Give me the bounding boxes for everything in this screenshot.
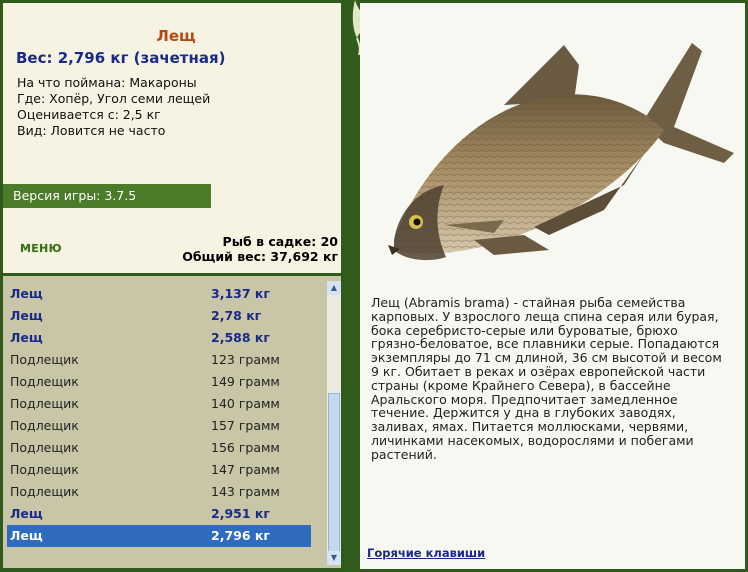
list-item[interactable]: Подлещик 149 грамм	[7, 371, 311, 393]
fish-description: Лещ (Abramis brama) - стайная рыба семей…	[371, 295, 722, 462]
list-item-weight: 147 грамм	[211, 462, 280, 477]
list-item[interactable]: Подлещик 157 грамм	[7, 415, 311, 437]
fish-weight: Вес: 2,796 кг (зачетная)	[16, 49, 226, 67]
list-item[interactable]: Подлещик 156 грамм	[7, 437, 311, 459]
game-version: Версия игры: 3.7.5	[3, 184, 211, 208]
left-panel: Лещ Вес: 2,796 кг (зачетная) На что пойм…	[0, 0, 344, 572]
right-panel: Лещ (Abramis brama) - стайная рыба семей…	[360, 3, 745, 569]
list-item-weight: 2,796 кг	[211, 528, 270, 543]
list-item[interactable]: Подлещик 123 грамм	[7, 349, 311, 371]
rated-from-info: Оценивается с: 2,5 кг	[17, 107, 161, 122]
menu-button[interactable]: МЕНЮ	[20, 242, 62, 255]
fish-name-title: Лещ	[156, 27, 196, 45]
list-item[interactable]: Подлещик 143 грамм	[7, 481, 311, 503]
total-weight: Общий вес: 37,692 кг	[182, 249, 338, 264]
keepnet-stats: Рыб в садке: 20 Общий вес: 37,692 кг	[182, 234, 338, 264]
scroll-up-icon[interactable]: ▲	[327, 281, 341, 295]
list-item-weight: 123 грамм	[211, 352, 280, 367]
list-item[interactable]: Подлещик 147 грамм	[7, 459, 311, 481]
bait-info: На что поймана: Макароны	[17, 75, 197, 90]
list-item-name: Лещ	[10, 308, 43, 323]
list-item[interactable]: Подлещик 140 грамм	[7, 393, 311, 415]
scroll-down-icon[interactable]: ▼	[327, 551, 341, 565]
list-item-name: Лещ	[10, 330, 43, 345]
panel-divider	[344, 0, 360, 572]
list-item[interactable]: Лещ 2,951 кг	[7, 503, 311, 525]
list-item-weight: 2,78 кг	[211, 308, 262, 323]
list-item-selected[interactable]: Лещ 2,796 кг	[7, 525, 311, 547]
list-item-name: Подлещик	[10, 440, 79, 455]
list-scrollbar[interactable]: ▲ ▼	[327, 281, 341, 565]
list-item-name: Подлещик	[10, 484, 79, 499]
list-item[interactable]: Лещ 2,78 кг	[7, 305, 311, 327]
list-item-weight: 157 грамм	[211, 418, 280, 433]
list-item-weight: 149 грамм	[211, 374, 280, 389]
list-item-weight: 140 грамм	[211, 396, 280, 411]
list-item-weight: 143 грамм	[211, 484, 280, 499]
list-item-name: Подлещик	[10, 462, 79, 477]
bream-fish-image	[388, 43, 734, 261]
list-item-name: Лещ	[10, 528, 43, 543]
list-item-name: Подлещик	[10, 374, 79, 389]
list-item-name: Подлещик	[10, 396, 79, 411]
kind-info: Вид: Ловится не часто	[17, 123, 166, 138]
fish-info: На что поймана: Макароны Где: Хопёр, Уго…	[17, 75, 210, 139]
list-item-name: Подлещик	[10, 418, 79, 433]
scroll-thumb[interactable]	[328, 393, 340, 565]
list-item-weight: 156 грамм	[211, 440, 280, 455]
location-info: Где: Хопёр, Угол семи лещей	[17, 91, 211, 106]
catch-list[interactable]: Лещ 3,137 кг Лещ 2,78 кг Лещ 2,588 кг Подлещик…	[3, 276, 341, 568]
list-item-name: Лещ	[10, 286, 43, 301]
hotkeys-link[interactable]: Горячие клавиши	[367, 546, 485, 560]
fish-count: Рыб в садке: 20	[222, 234, 338, 249]
list-item-weight: 2,588 кг	[211, 330, 270, 345]
list-item-weight: 3,137 кг	[211, 286, 270, 301]
list-item[interactable]: Лещ 3,137 кг	[7, 283, 311, 305]
list-item-weight: 2,951 кг	[211, 506, 270, 521]
list-item-name: Подлещик	[10, 352, 79, 367]
list-item-name: Лещ	[10, 506, 43, 521]
list-item[interactable]: Лещ 2,588 кг	[7, 327, 311, 349]
